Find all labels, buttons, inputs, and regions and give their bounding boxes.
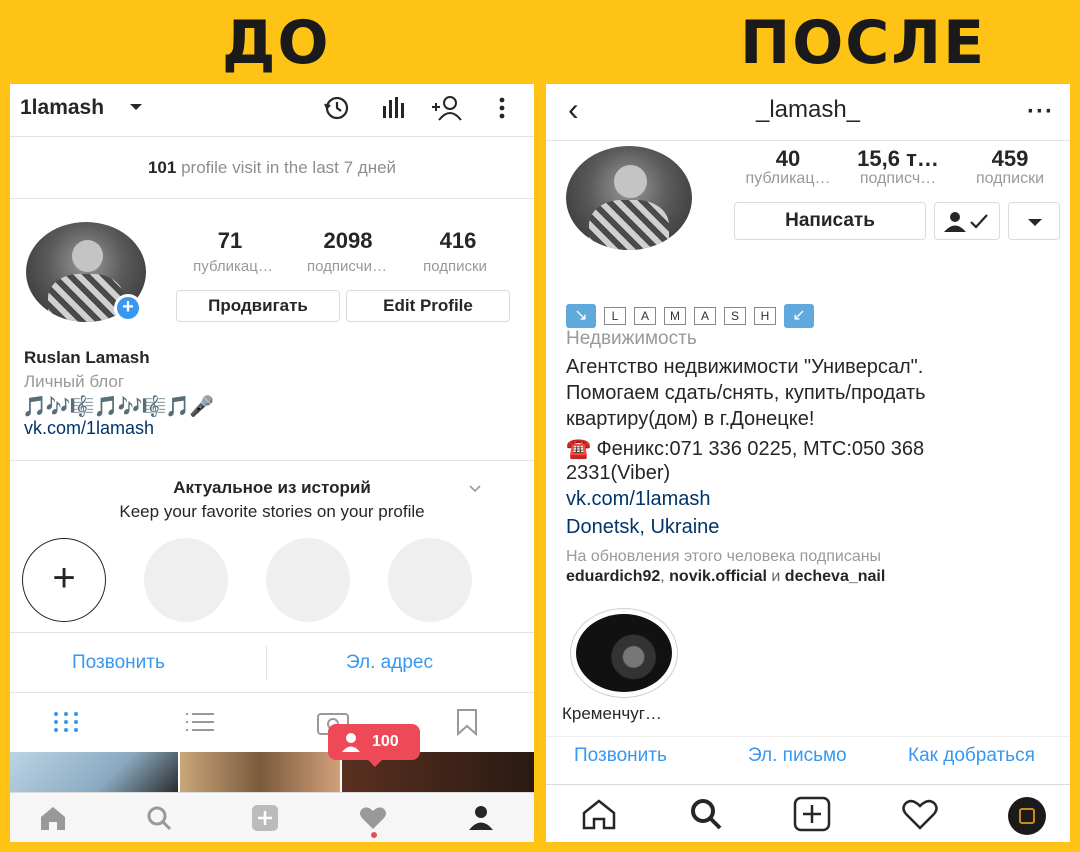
email-button[interactable]: Эл. письмо [748, 745, 847, 767]
call-button[interactable]: Позвонить [72, 652, 165, 674]
name-letter: A [634, 307, 656, 325]
new-highlight-button[interactable]: + [22, 538, 106, 622]
highlights-title: Актуальное из историй [173, 478, 371, 497]
before-profile-screen: 1lamash 101 profile visit in the last 7 … [10, 84, 534, 842]
following-label[interactable]: подписки [954, 170, 1066, 188]
promote-button[interactable]: Продвигать [176, 290, 340, 322]
activity-heart-icon[interactable] [358, 803, 388, 833]
visit-count: 101 [147, 158, 177, 177]
name-letter: L [604, 307, 626, 325]
highlight-placeholder [388, 538, 472, 622]
highlight-placeholder [144, 538, 228, 622]
chevron-down-icon[interactable] [130, 104, 142, 110]
posts-count: 71 [217, 228, 243, 253]
more-options-icon[interactable]: ··· [1027, 98, 1054, 126]
directions-button[interactable]: Как добраться [908, 745, 1035, 767]
highlights-subtitle: Keep your favorite stories on your profi… [119, 502, 425, 521]
profile-visits-banner[interactable]: 101 profile visit in the last 7 дней [10, 158, 534, 178]
following-count[interactable]: 416 [402, 228, 514, 254]
after-profile-screen: ‹ _lamash_ ··· 40 публикац… 15,6 т… подп… [546, 84, 1070, 842]
followers-count[interactable]: 2098 [292, 228, 404, 254]
home-icon[interactable] [580, 797, 618, 831]
follower-name[interactable]: novik.official [669, 568, 767, 585]
follower-name[interactable]: eduardich92 [566, 568, 660, 585]
profile-category: Личный блог [24, 372, 125, 391]
saved-bookmark-icon[interactable] [454, 708, 480, 736]
username-dropdown[interactable]: 1lamash [20, 96, 104, 120]
bio-line: Помогаем сдать/снять, купить/продать [566, 382, 926, 404]
more-options-icon[interactable] [494, 94, 510, 122]
search-icon[interactable] [144, 803, 174, 833]
posts-count: 40 [775, 146, 801, 171]
bio-emoji-line: 🎵🎶🎼🎵🎶🎼🎵🎤 [22, 396, 214, 418]
caret-down-icon [1028, 219, 1042, 226]
following-count[interactable]: 459 [954, 146, 1066, 172]
name-letter: A [694, 307, 716, 325]
phone-line: 2331(Viber) [566, 462, 671, 484]
arrow-down-left-icon: ↙ [784, 304, 814, 328]
contact-actions: Позвонить Эл. письмо Как добраться [546, 736, 1070, 778]
and-text: и [771, 568, 781, 585]
profile-category: Недвижимость [566, 328, 697, 349]
username-title: _lamash_ [755, 96, 861, 123]
suggestions-dropdown-button[interactable] [1008, 202, 1060, 240]
bottom-navigation [10, 792, 534, 842]
person-icon [342, 733, 360, 752]
following-status-button[interactable] [934, 202, 1000, 240]
bottom-navigation [546, 784, 1070, 842]
new-post-icon[interactable] [792, 795, 832, 833]
styled-name: ↘ L A M A S H ↙ [566, 304, 814, 328]
story-highlight-label: Кременчуг… [562, 704, 662, 723]
message-button[interactable]: Написать [734, 202, 926, 240]
followers-label[interactable]: подписч… [842, 170, 954, 188]
profile-name: Ruslan Lamash [24, 348, 150, 367]
highlight-placeholder [266, 538, 350, 622]
activity-heart-icon[interactable] [900, 797, 940, 831]
posts-label: публикац… [745, 170, 831, 187]
email-button[interactable]: Эл. адрес [346, 652, 433, 674]
bio-line: Агентство недвижимости "Универсал". [566, 356, 924, 378]
grid-view-icon[interactable] [52, 710, 80, 734]
following-label[interactable]: подписки [396, 258, 514, 275]
notification-dot [371, 832, 377, 838]
after-title: ПОСЛЕ [740, 8, 987, 78]
post-thumbnail[interactable] [10, 752, 178, 792]
visit-text: profile visit in the last 7 дней [181, 158, 397, 177]
profile-link[interactable]: vk.com/1lamash [566, 488, 711, 511]
add-user-icon[interactable] [430, 94, 464, 122]
profile-icon[interactable] [466, 803, 496, 833]
profile-icon[interactable] [1008, 797, 1046, 835]
post-thumbnail[interactable] [180, 752, 340, 792]
followers-count[interactable]: 15,6 т… [842, 146, 954, 172]
location-link[interactable]: Donetsk, Ukraine [566, 516, 719, 539]
new-post-icon[interactable] [250, 803, 280, 833]
edit-profile-button[interactable]: Edit Profile [346, 290, 510, 322]
home-icon[interactable] [38, 803, 68, 833]
search-icon[interactable] [686, 795, 726, 833]
avatar[interactable] [566, 146, 692, 250]
followers-label[interactable]: подписчи… [288, 258, 406, 275]
before-title: ДО [222, 8, 331, 78]
story-highlight[interactable] [570, 608, 678, 698]
archive-history-icon[interactable] [322, 94, 352, 122]
name-letter: S [724, 307, 746, 325]
insights-icon[interactable] [378, 94, 408, 122]
call-button[interactable]: Позвонить [574, 745, 667, 767]
followed-by-text: На обновления этого человека подписаны [566, 548, 882, 565]
name-letter: M [664, 307, 686, 325]
name-letter: H [754, 307, 776, 325]
add-story-plus-icon[interactable]: + [114, 294, 142, 322]
collapse-chevron-icon[interactable] [468, 484, 482, 494]
phone-line: ☎️ Феникс:071 336 0225, МТС:050 368 [566, 438, 925, 460]
bio-line: квартиру(дом) в г.Донецке! [566, 408, 815, 430]
profile-link[interactable]: vk.com/1lamash [24, 418, 154, 439]
list-view-icon[interactable] [184, 710, 216, 734]
followed-by-list[interactable]: eduardich92, novik.official и decheva_na… [566, 568, 885, 586]
arrow-down-right-icon: ↘ [566, 304, 596, 328]
posts-label: публикац… [193, 258, 273, 275]
follower-name[interactable]: decheva_nail [785, 568, 886, 585]
user-check-icon [944, 212, 988, 232]
